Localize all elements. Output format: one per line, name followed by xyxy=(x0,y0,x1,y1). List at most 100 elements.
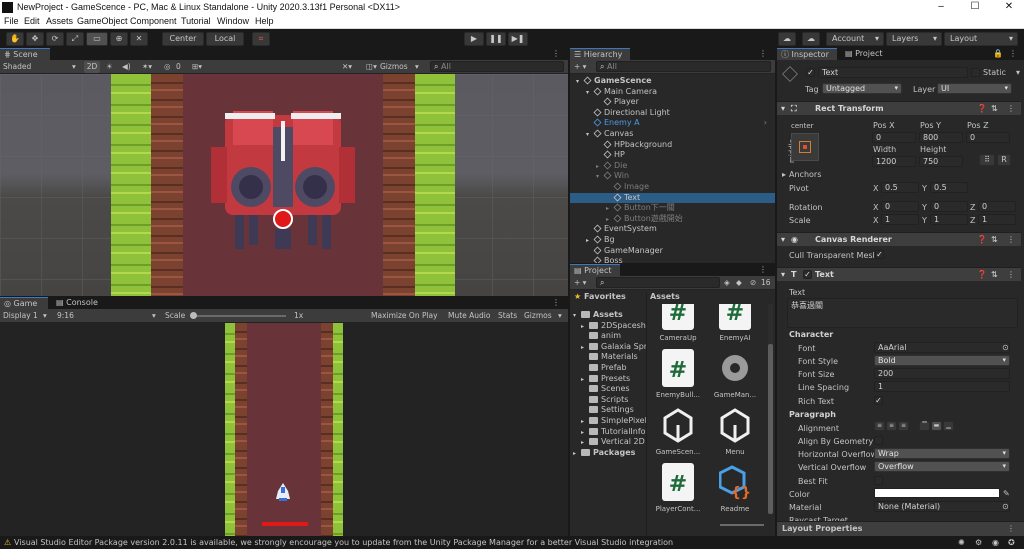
canvas-help-icon[interactable]: ❓ xyxy=(977,233,987,246)
best-fit-checkbox[interactable] xyxy=(874,476,883,485)
active-checkbox[interactable]: ✓ xyxy=(806,68,815,77)
tools-icon[interactable]: ✕▾ xyxy=(342,61,352,73)
blueprint-mode-icon[interactable]: ⠿ xyxy=(979,154,995,166)
inspector-menu-icon[interactable]: ⋮ xyxy=(1005,48,1021,60)
transform-tool-icon[interactable]: ⊕ xyxy=(110,32,128,46)
favorites-item[interactable]: ★ Favorites xyxy=(574,292,626,303)
help-icon[interactable]: ❓ xyxy=(977,102,987,115)
project-folder-item[interactable]: ▸ TutorialInfo xyxy=(570,427,646,438)
tab-inspector[interactable]: ⓘ Inspector xyxy=(777,48,837,60)
tab-game[interactable]: ◎ Game xyxy=(0,297,48,309)
asset-tile[interactable]: # EnemyAI xyxy=(712,304,758,342)
hidden-objects-icon[interactable]: ◎ xyxy=(164,61,171,73)
asset-tile[interactable]: # CameraUp xyxy=(655,304,701,342)
posx-input[interactable]: 0 xyxy=(872,132,916,143)
project-folder-item[interactable]: Materials xyxy=(570,352,638,363)
hierarchy-item[interactable]: ▸ Button遊戲開始 xyxy=(570,214,775,225)
project-create-button[interactable]: + ▾ xyxy=(574,277,586,289)
snap-icon[interactable]: ⌗ xyxy=(252,32,270,46)
stats-button[interactable]: Stats xyxy=(498,310,517,322)
tab-project-2[interactable]: ▤ Project xyxy=(841,48,886,60)
project-folder-item[interactable]: ▸ Presets xyxy=(570,374,630,385)
hierarchy-item[interactable]: ▾ Canvas xyxy=(570,129,775,140)
hierarchy-item[interactable]: GameManager xyxy=(570,246,775,257)
hierarchy-item[interactable]: ▸ Bg xyxy=(570,235,775,246)
shading-dropdown[interactable]: Shaded xyxy=(3,61,77,73)
layout-properties-bar[interactable]: Layout Properties ⋮ xyxy=(777,521,1024,536)
folder-foldout-icon[interactable]: ▸ xyxy=(573,449,581,460)
line-spacing-input[interactable]: 1 xyxy=(874,381,1010,392)
pivot-x-input[interactable]: 0.5 xyxy=(881,182,919,193)
grid-icon[interactable]: ⊞▾ xyxy=(192,61,202,73)
hierarchy-item[interactable]: ▾ GameScence xyxy=(570,76,775,87)
asset-tile[interactable]: # PlayerCont... xyxy=(655,463,701,513)
play-button[interactable]: ▶ xyxy=(464,32,484,46)
debug-mode-icon[interactable]: ✪ xyxy=(1008,536,1015,549)
pause-button[interactable]: ❚❚ xyxy=(486,32,506,46)
project-search-input[interactable]: ⌕ xyxy=(596,277,720,288)
layout-props-menu-icon[interactable]: ⋮ xyxy=(1007,522,1015,536)
project-folder-item[interactable]: Scripts xyxy=(570,395,628,406)
project-folder-item[interactable]: ▸ SimplePixel xyxy=(570,416,646,427)
hierarchy-menu-icon[interactable]: ⋮ xyxy=(755,48,771,60)
anchors-label[interactable]: Anchors xyxy=(789,170,821,179)
game-gizmos-dropdown[interactable]: Gizmos xyxy=(524,310,552,322)
menu-edit[interactable]: Edit xyxy=(24,16,40,26)
align-bottom-icon[interactable]: ▁ xyxy=(943,421,954,431)
filter-icon[interactable]: ◈ xyxy=(724,277,730,289)
scene-viewport[interactable] xyxy=(0,74,568,296)
auto-generate-lighting-icon[interactable]: ✺ xyxy=(958,536,965,549)
camera-icon[interactable]: ◫▾ xyxy=(366,61,377,73)
layers-dropdown[interactable]: Layers xyxy=(886,32,942,46)
hidden-packages-icon[interactable]: ⊘ xyxy=(750,277,756,289)
project-folder-item[interactable]: ▸ 2DSpacesh xyxy=(570,321,646,332)
asset-tile[interactable]: # EnemyBull... xyxy=(655,349,701,399)
hierarchy-item[interactable]: HPbackground xyxy=(570,140,775,151)
static-checkbox[interactable] xyxy=(971,68,980,77)
font-picker-icon[interactable]: ⊙ xyxy=(1002,343,1009,352)
menu-window[interactable]: Window xyxy=(217,16,249,26)
horizontal-overflow-dropdown[interactable]: Wrap xyxy=(874,448,1010,459)
width-input[interactable]: 1200 xyxy=(872,156,916,167)
audio-icon[interactable]: ◀) xyxy=(122,61,131,73)
hierarchy-item[interactable]: Text xyxy=(570,192,775,204)
height-input[interactable]: 750 xyxy=(919,156,963,167)
2d-toggle[interactable]: 2D xyxy=(84,61,100,73)
game-viewport[interactable] xyxy=(0,323,568,536)
label-icon[interactable]: ◆ xyxy=(736,277,742,289)
layer-dropdown[interactable]: UI xyxy=(937,83,1012,94)
mute-audio-button[interactable]: Mute Audio xyxy=(448,310,490,322)
close-button[interactable]: ✕ xyxy=(994,1,1024,12)
hierarchy-item[interactable]: Boss xyxy=(570,256,775,263)
tag-dropdown[interactable]: Untagged xyxy=(822,83,902,94)
object-name-input[interactable]: Text xyxy=(818,67,968,78)
menu-tutorial[interactable]: Tutorial xyxy=(181,16,211,26)
collab-status-icon[interactable]: ◉ xyxy=(992,536,999,549)
align-top-icon[interactable]: ▔ xyxy=(919,421,930,431)
custom-tool-icon[interactable]: ✕ xyxy=(130,32,148,46)
raw-edit-button[interactable]: R xyxy=(997,154,1011,166)
pivot-center-button[interactable]: Center xyxy=(162,32,204,46)
scale-z-input[interactable]: 1 xyxy=(978,214,1016,225)
text-component-header[interactable]: ▾ T ✓ Text ❓ ⇅ ⋮ xyxy=(777,267,1021,281)
space-local-button[interactable]: Local xyxy=(206,32,244,46)
project-folder-item[interactable]: ▸ Galaxia Spr xyxy=(570,342,646,353)
project-scrollbar[interactable] xyxy=(768,304,773,514)
hierarchy-item[interactable]: Directional Light xyxy=(570,108,775,119)
maximize-on-play-button[interactable]: Maximize On Play xyxy=(371,310,438,322)
cloud-icon[interactable]: ☁ xyxy=(802,32,820,46)
enemy-boss-sprite[interactable] xyxy=(203,107,363,257)
hierarchy-item[interactable]: HP xyxy=(570,150,775,161)
rot-y-input[interactable]: 0 xyxy=(930,201,968,212)
color-swatch[interactable] xyxy=(874,488,1000,498)
display-dropdown[interactable]: Display 1 xyxy=(3,310,38,322)
hierarchy-item[interactable]: Enemy A › xyxy=(570,118,775,129)
minimize-button[interactable]: – xyxy=(926,1,956,12)
hand-tool-icon[interactable]: ✋ xyxy=(6,32,24,46)
scene-search-input[interactable]: ⌕ All xyxy=(430,61,564,72)
project-menu-icon[interactable]: ⋮ xyxy=(755,264,771,276)
hierarchy-item[interactable]: Player xyxy=(570,97,775,108)
scale-x-input[interactable]: 1 xyxy=(881,214,919,225)
asset-tile[interactable]: Menu xyxy=(712,406,758,456)
step-button[interactable]: ▶❚ xyxy=(508,32,528,46)
